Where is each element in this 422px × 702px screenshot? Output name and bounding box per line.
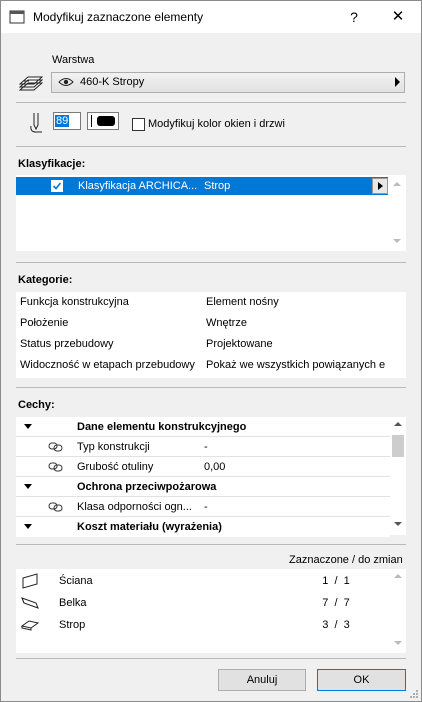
feature-group-name: Koszt materiału (wyrażenia)	[77, 521, 222, 533]
features-heading: Cechy:	[18, 399, 55, 411]
feature-row[interactable]: Klasa odporności ogn... -	[16, 497, 390, 517]
eye-icon	[58, 76, 74, 88]
element-type-count: 1 / 1	[322, 575, 350, 587]
title-bar: Modyfikuj zaznaczone elementy ? ✕	[1, 1, 421, 33]
element-type-row[interactable]: Belka 7 / 7	[16, 592, 390, 614]
category-value[interactable]: Projektowane	[206, 338, 402, 350]
divider	[16, 544, 406, 545]
element-type-name: Strop	[59, 619, 86, 631]
feature-row[interactable]: Grubość otuliny 0,00	[16, 457, 390, 477]
features-scrollbar[interactable]	[390, 417, 406, 535]
classification-value[interactable]: Strop	[204, 180, 230, 192]
close-button[interactable]: ✕	[383, 5, 413, 29]
classification-row[interactable]: Klasyfikacja ARCHICA... Strop	[16, 177, 388, 195]
feature-group-row[interactable]: Koszt materiału (wyrażenia)	[16, 517, 390, 537]
feature-name: Grubość otuliny	[77, 461, 154, 473]
resize-grip-icon[interactable]	[409, 689, 419, 699]
element-type-count: 3 / 3	[322, 619, 350, 631]
cancel-button[interactable]: Anuluj	[218, 669, 306, 691]
category-name: Funkcja konstrukcyjna	[20, 296, 129, 308]
classification-checkbox[interactable]	[51, 180, 63, 192]
scroll-up-icon[interactable]	[394, 574, 402, 578]
slab-icon	[20, 617, 40, 633]
dialog-title: Modyfikuj zaznaczone elementy	[33, 10, 204, 24]
app-icon	[9, 10, 25, 24]
scroll-down-icon[interactable]	[393, 239, 401, 243]
category-name: Status przebudowy	[20, 338, 114, 350]
element-type-row[interactable]: Strop 3 / 3	[16, 614, 390, 636]
dropdown-arrow-icon	[395, 77, 400, 87]
category-name: Widoczność w etapach przebudowy	[20, 359, 195, 371]
category-row[interactable]: Widoczność w etapach przebudowy Pokaż we…	[16, 355, 406, 375]
features-list: Dane elementu konstrukcyjnego Typ konstr…	[16, 417, 406, 537]
scrollbar-thumb[interactable]	[392, 435, 404, 457]
link-icon	[48, 502, 64, 512]
element-type-row[interactable]: Ściana 1 / 1	[16, 570, 390, 592]
feature-name: Typ konstrukcji	[77, 441, 150, 453]
classification-name: Klasyfikacja ARCHICA...	[78, 180, 198, 192]
classifications-list: Klasyfikacja ARCHICA... Strop	[16, 175, 406, 251]
element-type-count: 7 / 7	[322, 597, 350, 609]
collapse-caret-icon[interactable]	[24, 424, 32, 429]
layer-icon	[18, 72, 44, 92]
divider	[16, 146, 406, 147]
selection-header: Zaznaczone / do zmian	[289, 554, 403, 566]
divider	[16, 102, 406, 103]
scroll-down-icon[interactable]	[394, 641, 402, 645]
collapse-caret-icon[interactable]	[24, 524, 32, 529]
scroll-up-icon[interactable]	[394, 422, 402, 426]
scroll-up-icon[interactable]	[393, 182, 401, 186]
category-row[interactable]: Położenie Wnętrze	[16, 313, 406, 333]
feature-value[interactable]: -	[204, 441, 208, 453]
category-value[interactable]: Pokaż we wszystkich powiązanych e	[206, 359, 402, 371]
classifications-heading: Klasyfikacje:	[18, 158, 86, 170]
collapse-caret-icon[interactable]	[24, 484, 32, 489]
feature-group-name: Dane elementu konstrukcyjnego	[77, 421, 247, 433]
beam-icon	[20, 595, 40, 611]
layer-value: 460-K Stropy	[80, 76, 145, 88]
help-button[interactable]: ?	[339, 5, 369, 29]
feature-row[interactable]: Typ konstrukcji -	[16, 437, 390, 457]
feature-group-row[interactable]: Ochrona przeciwpożarowa	[16, 477, 390, 497]
category-row[interactable]: Funkcja konstrukcyjna Element nośny	[16, 292, 406, 312]
modify-color-label: Modyfikuj kolor okien i drzwi	[148, 118, 285, 130]
feature-group-row[interactable]: Dane elementu konstrukcyjnego	[16, 417, 390, 437]
scroll-down-icon[interactable]	[394, 522, 402, 526]
category-value[interactable]: Wnętrze	[206, 317, 402, 329]
category-value[interactable]: Element nośny	[206, 296, 402, 308]
classification-expand-button[interactable]	[372, 178, 388, 194]
modify-selection-dialog: Modyfikuj zaznaczone elementy ? ✕ Warstw…	[0, 0, 422, 702]
divider	[16, 387, 406, 388]
divider	[16, 658, 406, 659]
link-icon	[48, 442, 64, 452]
element-type-name: Ściana	[59, 575, 93, 587]
pen-icon	[29, 112, 43, 134]
element-type-name: Belka	[59, 597, 87, 609]
line-type-button[interactable]	[87, 112, 119, 130]
layer-dropdown[interactable]: 460-K Stropy	[51, 72, 405, 93]
pen-number-value: 89	[55, 115, 70, 127]
divider	[16, 262, 406, 263]
selected-elements-list: Ściana 1 / 1 Belka 7 / 7 Strop 3 / 3	[16, 569, 406, 653]
categories-heading: Kategorie:	[18, 274, 73, 286]
feature-value[interactable]: -	[204, 501, 208, 513]
wall-icon	[20, 573, 40, 589]
layer-label: Warstwa	[52, 54, 95, 66]
modify-color-checkbox[interactable]	[132, 118, 145, 131]
feature-group-name: Ochrona przeciwpożarowa	[77, 481, 217, 493]
category-row[interactable]: Status przebudowy Projektowane	[16, 334, 406, 354]
feature-value[interactable]: 0,00	[204, 461, 225, 473]
feature-name: Klasa odporności ogn...	[77, 501, 192, 513]
categories-list: Funkcja konstrukcyjna Element nośny Poło…	[16, 292, 406, 378]
ok-button[interactable]: OK	[317, 669, 406, 691]
link-icon	[48, 462, 64, 472]
pen-number-field[interactable]: 89	[53, 112, 81, 130]
category-name: Położenie	[20, 317, 69, 329]
